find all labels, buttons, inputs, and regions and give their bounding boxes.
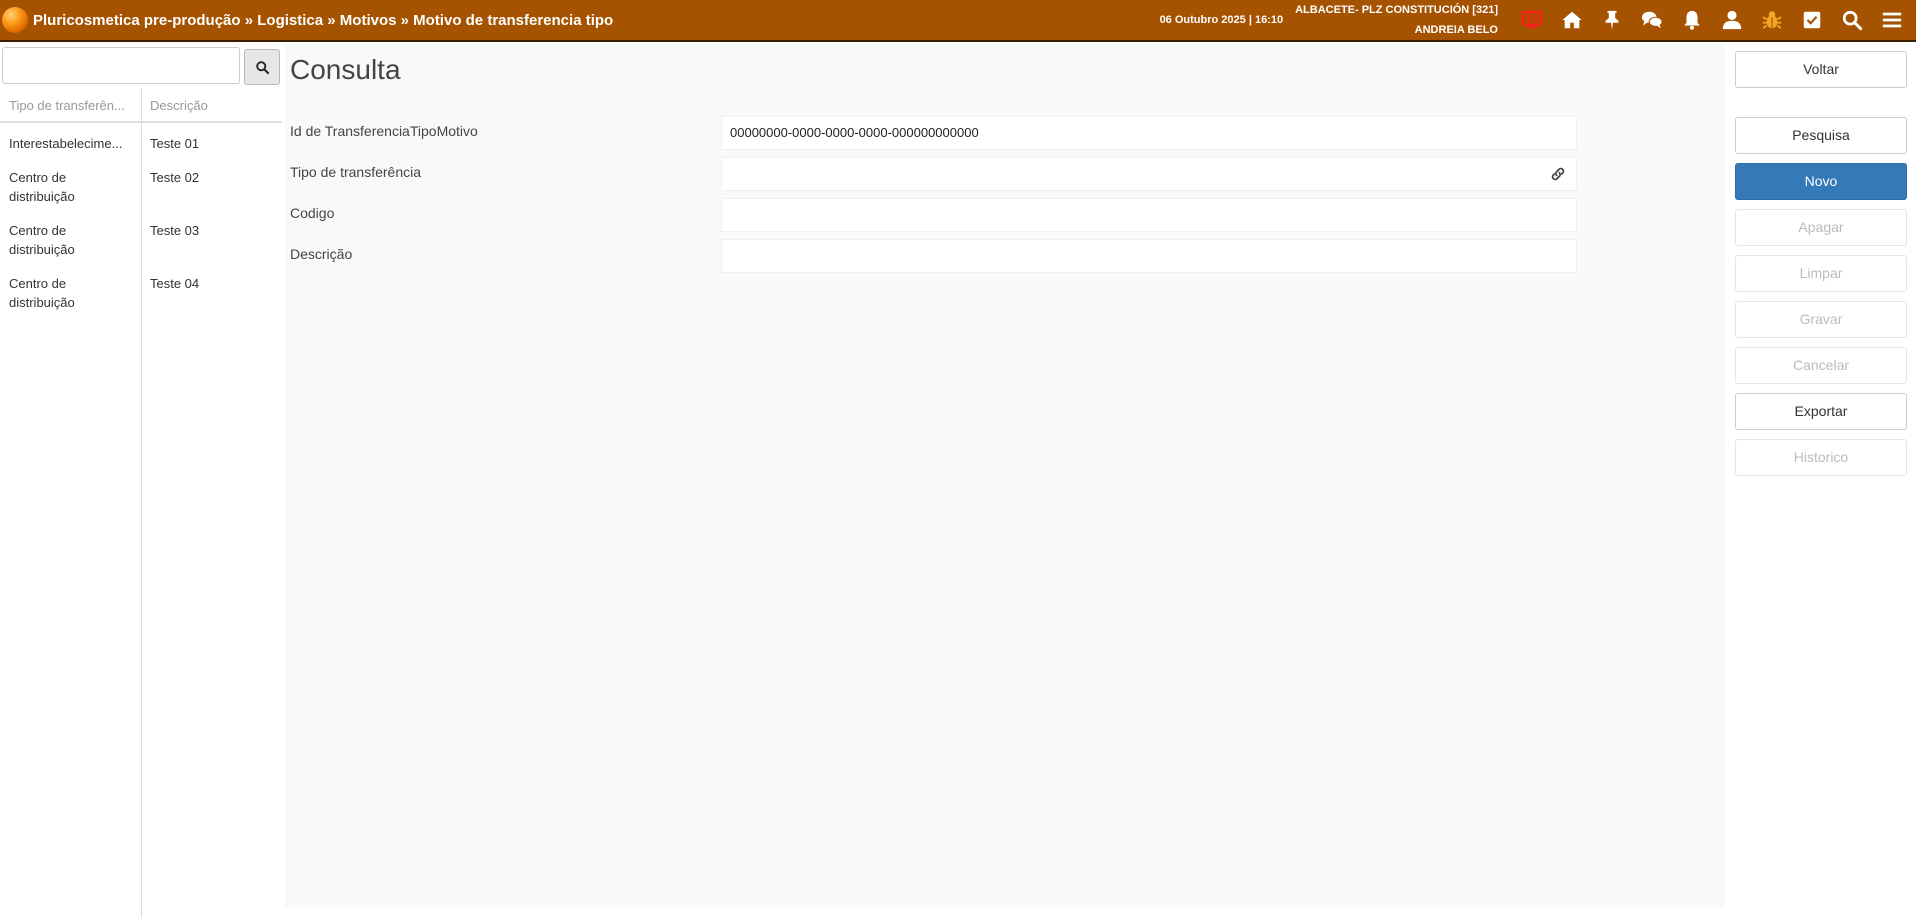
- breadcrumb-separator: »: [323, 11, 340, 29]
- chat-icon[interactable]: [1632, 0, 1672, 41]
- form-row-tipo: Tipo de transferência: [285, 157, 1577, 191]
- list-item[interactable]: Centro de distribuição Teste 03: [0, 211, 282, 264]
- list-item[interactable]: Interestabelecime... Teste 01: [0, 124, 282, 158]
- breadcrumb-item-logistica[interactable]: Logistica: [257, 12, 323, 29]
- list-item-tipo: Centro de distribuição: [9, 223, 75, 257]
- list-body: Interestabelecime... Teste 01 Centro de …: [0, 124, 282, 317]
- list-item-descricao: Teste 02: [150, 170, 200, 185]
- breadcrumb-item-motivos[interactable]: Motivos: [340, 12, 397, 29]
- actions-panel: Voltar Pesquisa Novo Apagar Limpar Grava…: [1725, 44, 1916, 907]
- cancelar-button: Cancelar: [1735, 347, 1907, 384]
- apagar-button: Apagar: [1735, 209, 1907, 246]
- list-item[interactable]: Centro de distribuição Teste 02: [0, 158, 282, 211]
- exportar-button[interactable]: Exportar: [1735, 393, 1907, 430]
- column-header-tipo[interactable]: Tipo de transferên...: [0, 88, 141, 121]
- field-label-codigo: Codigo: [290, 205, 335, 221]
- pin-icon[interactable]: [1592, 0, 1632, 41]
- menu-icon[interactable]: [1872, 0, 1912, 41]
- bug-icon[interactable]: [1752, 0, 1792, 41]
- breadcrumb-separator: »: [396, 11, 414, 29]
- app-logo[interactable]: [2, 7, 28, 33]
- toolbar-icons: [1512, 0, 1912, 41]
- sidebar-list-panel: Tipo de transferên... Descrição Interest…: [0, 44, 284, 918]
- form-row-descricao: Descrição: [285, 239, 1577, 273]
- tipo-transferencia-field[interactable]: [721, 157, 1577, 191]
- user-info[interactable]: ALBACETE- PLZ CONSTITUCIÓN [321] ANDREIA…: [1295, 0, 1498, 40]
- field-label-id: Id de TransferenciaTipoMotivo: [290, 123, 478, 139]
- sidebar-search: [2, 47, 280, 85]
- voltar-button[interactable]: Voltar: [1735, 51, 1907, 88]
- descricao-field[interactable]: [721, 239, 1577, 273]
- breadcrumb: Pluricosmetica pre-produção » Logistica …: [33, 12, 613, 29]
- limpar-button: Limpar: [1735, 255, 1907, 292]
- form-row-id: Id de TransferenciaTipoMotivo 00000000-0…: [285, 116, 1577, 150]
- list-item[interactable]: Centro de distribuição Teste 04: [0, 264, 282, 317]
- bell-icon[interactable]: [1672, 0, 1712, 41]
- page-title: Consulta: [290, 54, 401, 85]
- store-name: ALBACETE- PLZ CONSTITUCIÓN [321]: [1295, 4, 1498, 16]
- gravar-button: Gravar: [1735, 301, 1907, 338]
- user-name: ANDREIA BELO: [1414, 24, 1498, 36]
- breadcrumb-separator: »: [240, 11, 258, 29]
- search-icon[interactable]: [1832, 0, 1872, 41]
- list-item-tipo: Interestabelecime...: [9, 136, 123, 151]
- novo-button[interactable]: Novo: [1735, 163, 1907, 200]
- breadcrumb-item-app[interactable]: Pluricosmetica pre-produção: [33, 12, 241, 29]
- historico-button: Historico: [1735, 439, 1907, 476]
- field-label-descricao: Descrição: [290, 246, 353, 262]
- search-icon: [255, 60, 269, 74]
- top-bar: Pluricosmetica pre-produção » Logistica …: [0, 0, 1916, 42]
- link-icon[interactable]: [1550, 166, 1566, 182]
- list-item-tipo: Centro de distribuição: [9, 170, 75, 204]
- main-content: Consulta Id de TransferenciaTipoMotivo 0…: [285, 44, 1725, 907]
- id-field: 00000000-0000-0000-0000-000000000000: [721, 116, 1577, 150]
- list-item-descricao: Teste 03: [150, 223, 200, 238]
- pesquisa-button[interactable]: Pesquisa: [1735, 117, 1907, 154]
- monitor-icon[interactable]: [1512, 0, 1552, 41]
- datetime: 06 Outubro 2025 | 16:10: [1159, 14, 1284, 26]
- home-icon[interactable]: [1552, 0, 1592, 41]
- field-label-tipo: Tipo de transferência: [290, 164, 421, 180]
- sidebar-search-button[interactable]: [244, 49, 280, 85]
- list-item-tipo: Centro de distribuição: [9, 276, 75, 310]
- list-item-descricao: Teste 01: [150, 136, 200, 151]
- user-icon[interactable]: [1712, 0, 1752, 41]
- checkbox-icon[interactable]: [1792, 0, 1832, 41]
- form-row-codigo: Codigo: [285, 198, 1577, 232]
- list-item-descricao: Teste 04: [150, 276, 200, 291]
- sidebar-search-input[interactable]: [2, 47, 240, 84]
- column-header-descricao[interactable]: Descrição: [141, 88, 282, 121]
- breadcrumb-item-current: Motivo de transferencia tipo: [413, 11, 614, 29]
- codigo-field[interactable]: [721, 198, 1577, 232]
